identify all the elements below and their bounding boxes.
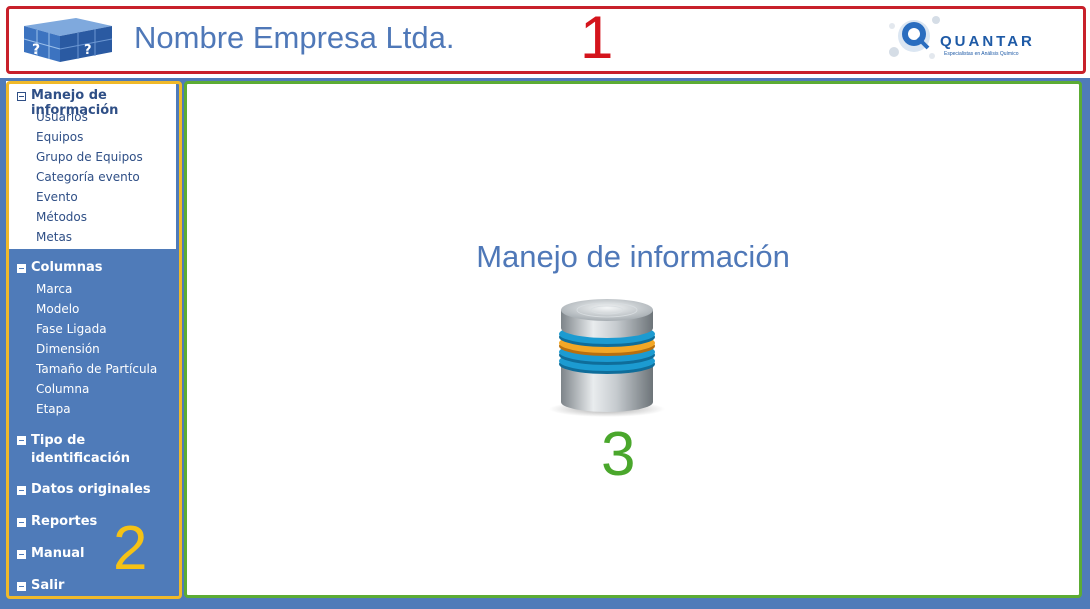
sidebar-item-marca[interactable]: Marca <box>36 282 72 296</box>
sidebar-item-equipos[interactable]: Equipos <box>36 130 83 144</box>
expand-icon[interactable] <box>17 486 26 495</box>
sidebar-item-metas[interactable]: Metas <box>36 230 72 244</box>
sidebar-group-reportes[interactable]: Reportes <box>17 514 182 529</box>
sidebar-item-evento[interactable]: Evento <box>36 190 78 204</box>
sidebar-group-label: Columnas <box>31 260 103 275</box>
region-marker-2: 2 <box>113 514 148 583</box>
sidebar-group-label-line2: identificación <box>31 451 130 466</box>
svg-text:?: ? <box>84 43 92 58</box>
sidebar: Manejo de información Usuarios Equipos G… <box>6 81 182 599</box>
expand-icon[interactable] <box>17 518 26 527</box>
sidebar-group-label: Datos originales <box>31 482 151 497</box>
region-marker-1: 1 <box>580 4 614 71</box>
quantar-logo-word: QUANTAR <box>940 33 1035 50</box>
sidebar-group-columnas[interactable]: Columnas <box>17 260 182 275</box>
sidebar-group-datos-originales[interactable]: Datos originales <box>17 482 182 497</box>
sidebar-group-label: Tipo de identificación <box>31 432 130 468</box>
expand-icon[interactable] <box>17 550 26 559</box>
company-logo-icon: ? ? <box>23 18 113 62</box>
page-title: Manejo de información <box>476 239 790 274</box>
sidebar-group-label: Reportes <box>31 514 98 529</box>
sidebar-item-fase-ligada[interactable]: Fase Ligada <box>36 322 107 336</box>
sidebar-group-salir[interactable]: Salir <box>17 578 182 593</box>
sidebar-item-usuarios[interactable]: Usuarios <box>36 110 88 124</box>
sidebar-group-label-line1: Tipo de <box>31 433 86 448</box>
collapse-icon[interactable] <box>17 264 26 273</box>
sidebar-group-label: Manual <box>31 546 85 561</box>
sidebar-item-columna[interactable]: Columna <box>36 382 89 396</box>
sidebar-item-modelo[interactable]: Modelo <box>36 302 79 316</box>
expand-icon[interactable] <box>17 582 26 591</box>
main-content: Manejo de información 3 <box>184 81 1082 598</box>
sidebar-item-categoria-evento[interactable]: Categoría evento <box>36 170 140 184</box>
collapse-icon[interactable] <box>17 92 26 101</box>
database-icon <box>549 299 665 417</box>
sidebar-group-label: Salir <box>31 578 65 593</box>
sidebar-item-grupo-equipos[interactable]: Grupo de Equipos <box>36 150 143 164</box>
expand-icon[interactable] <box>17 436 26 445</box>
sidebar-item-dimension[interactable]: Dimensión <box>36 342 100 356</box>
sidebar-item-metodos[interactable]: Métodos <box>36 210 87 224</box>
company-name: Nombre Empresa Ltda. <box>134 20 455 55</box>
quantar-logo-tagline: Especialistas en Análisis Químico <box>944 51 1019 57</box>
sidebar-group-manual[interactable]: Manual <box>17 546 182 561</box>
sidebar-item-etapa[interactable]: Etapa <box>36 402 71 416</box>
sidebar-item-tamano-particula[interactable]: Tamaño de Partícula <box>36 362 157 376</box>
region-marker-3: 3 <box>601 420 636 489</box>
svg-text:?: ? <box>32 42 40 58</box>
sidebar-group-tipo-identificacion[interactable]: Tipo de identificación <box>17 432 182 468</box>
header: ? ? Nombre Empresa Ltda. 1 QUANTAR Espec… <box>0 0 1090 78</box>
